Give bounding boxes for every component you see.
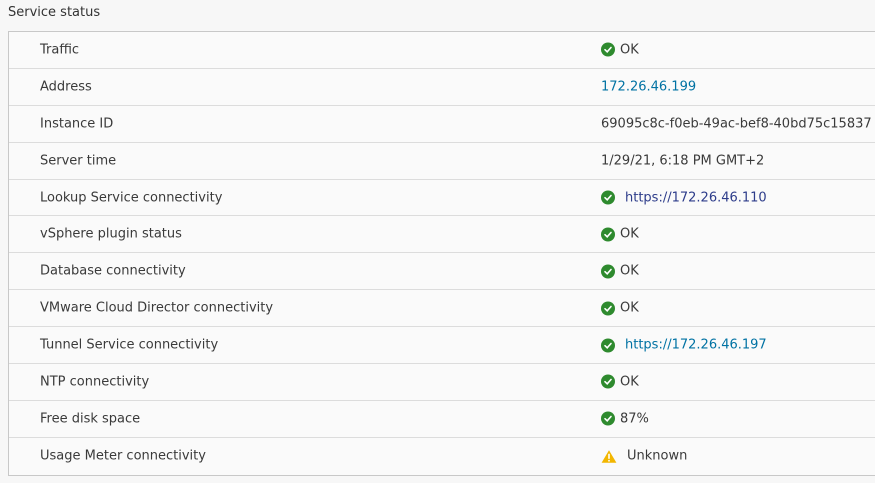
- check-circle-icon: [601, 374, 615, 389]
- row-value: https://172.26.46.110: [601, 190, 767, 205]
- row-value-text: 69095c8c-f0eb-49ac-bef8-40bd75c15837: [601, 116, 872, 132]
- row-value: OK: [601, 374, 639, 389]
- check-circle-icon: [601, 42, 615, 57]
- row-label: VMware Cloud Director connectivity: [40, 300, 274, 316]
- row-value-text: OK: [620, 300, 639, 316]
- row-value: OK: [601, 42, 639, 57]
- row-value: OK: [601, 227, 639, 242]
- status-row-traffic: Traffic OK: [9, 32, 875, 69]
- check-circle-icon: [601, 264, 615, 279]
- row-value: https://172.26.46.197: [601, 338, 767, 353]
- status-row-lookup-service: Lookup Service connectivity https://172.…: [9, 180, 875, 217]
- check-circle-icon: [601, 411, 615, 426]
- status-row-usage-meter: Usage Meter connectivity Unknown: [9, 438, 875, 475]
- row-value: 1/29/21, 6:18 PM GMT+2: [601, 153, 764, 168]
- section-title: Service status: [8, 5, 101, 20]
- row-label: NTP connectivity: [40, 374, 150, 390]
- row-value: 69095c8c-f0eb-49ac-bef8-40bd75c15837: [601, 116, 872, 131]
- row-value-text: Unknown: [627, 448, 688, 464]
- row-label: Tunnel Service connectivity: [40, 337, 219, 353]
- row-label: vSphere plugin status: [40, 226, 182, 242]
- tunnel-service-link[interactable]: https://172.26.46.197: [625, 338, 767, 353]
- status-row-ntp: NTP connectivity OK: [9, 364, 875, 401]
- service-status-table: Traffic OK Address 172.26.46.199 Instanc…: [8, 31, 875, 476]
- row-value-text: 1/29/21, 6:18 PM GMT+2: [601, 153, 765, 169]
- row-value-text: OK: [620, 374, 639, 390]
- check-circle-icon: [601, 301, 615, 316]
- status-row-tunnel-service: Tunnel Service connectivity https://172.…: [9, 327, 875, 365]
- row-label: Address: [40, 79, 92, 95]
- address-link[interactable]: 172.26.46.199: [601, 79, 696, 94]
- row-label: Free disk space: [40, 411, 141, 427]
- status-row-free-disk-space: Free disk space 87%: [9, 401, 875, 438]
- row-value-text: OK: [620, 263, 639, 279]
- check-circle-icon: [601, 338, 615, 353]
- row-label: Database connectivity: [40, 263, 186, 279]
- row-value: OK: [601, 264, 639, 279]
- status-row-cloud-director: VMware Cloud Director connectivity OK: [9, 290, 875, 328]
- lookup-service-link[interactable]: https://172.26.46.110: [625, 190, 767, 205]
- status-row-instance-id: Instance ID 69095c8c-f0eb-49ac-bef8-40bd…: [9, 106, 875, 143]
- row-value: 87%: [601, 411, 649, 426]
- row-value: OK: [601, 301, 639, 316]
- row-label: Server time: [40, 153, 117, 169]
- status-row-server-time: Server time 1/29/21, 6:18 PM GMT+2: [9, 143, 875, 180]
- row-label: Instance ID: [40, 116, 114, 132]
- row-value-text: 87%: [620, 411, 649, 427]
- check-circle-icon: [601, 190, 615, 205]
- row-label: Lookup Service connectivity: [40, 190, 223, 205]
- status-row-database: Database connectivity OK: [9, 253, 875, 291]
- row-value-text: OK: [620, 226, 639, 242]
- check-circle-icon: [601, 227, 615, 242]
- status-row-address: Address 172.26.46.199: [9, 69, 875, 106]
- warning-triangle-icon: [601, 449, 617, 463]
- row-value: Unknown: [601, 449, 687, 464]
- row-value-text: OK: [620, 42, 639, 58]
- row-label: Usage Meter connectivity: [40, 448, 206, 464]
- row-label: Traffic: [40, 42, 80, 58]
- status-row-vsphere-plugin: vSphere plugin status OK: [9, 216, 875, 254]
- row-value: 172.26.46.199: [601, 79, 696, 94]
